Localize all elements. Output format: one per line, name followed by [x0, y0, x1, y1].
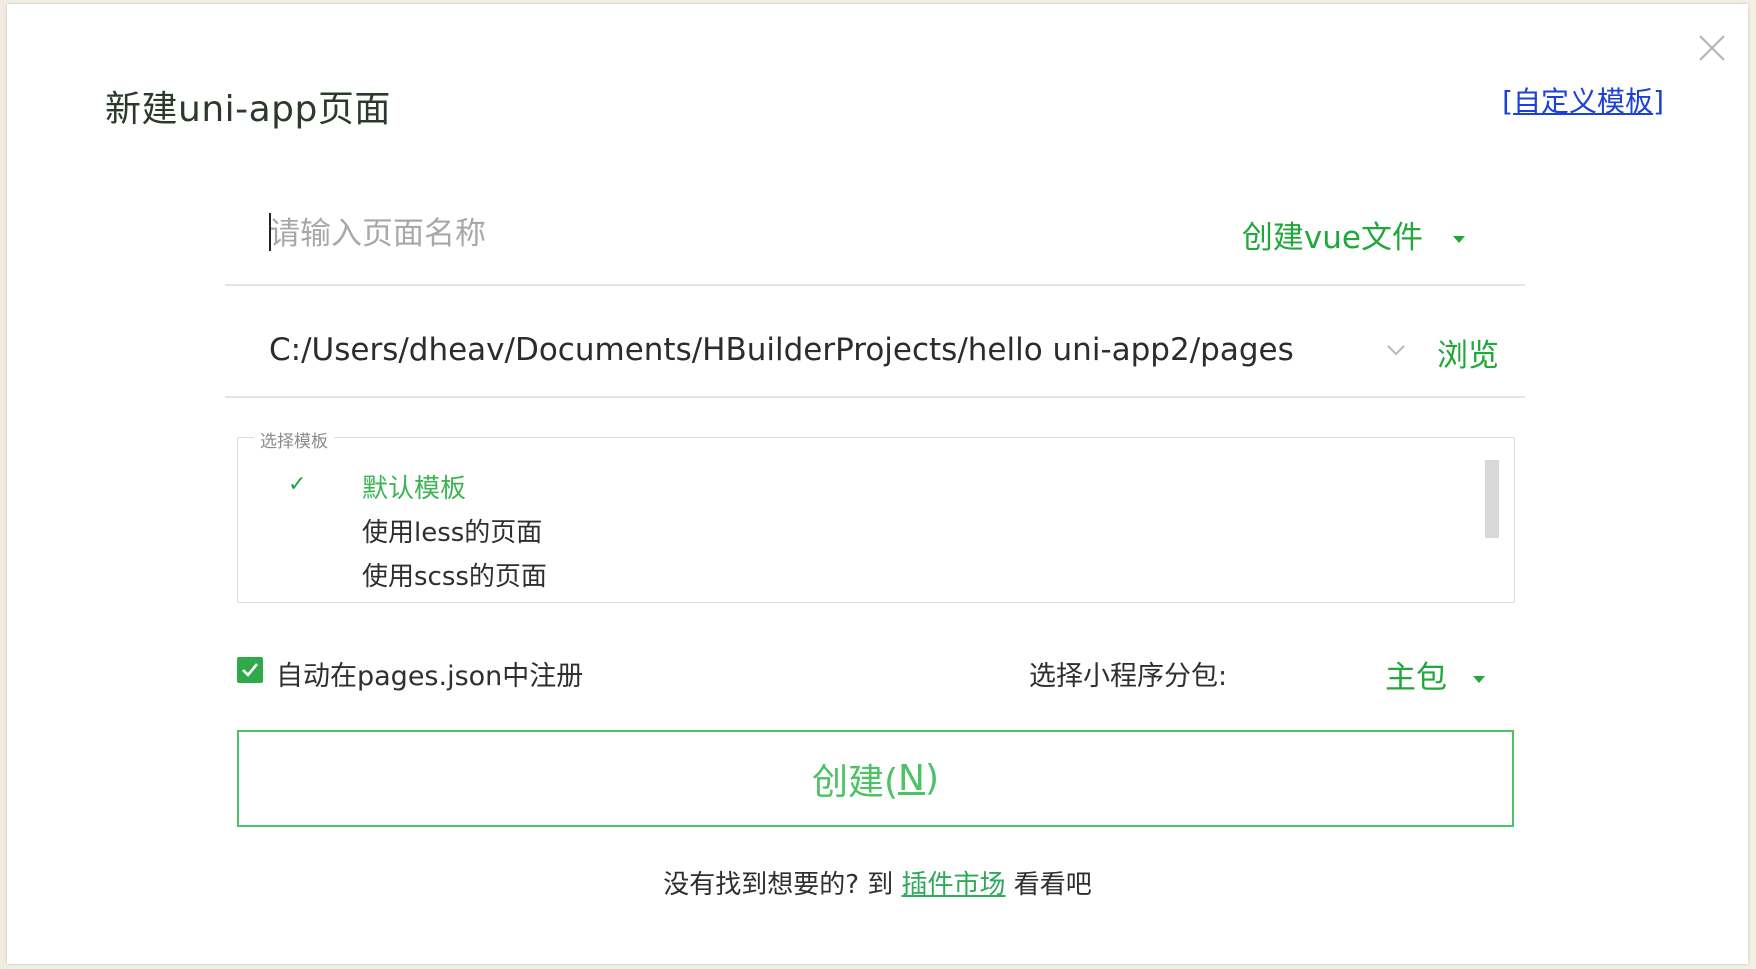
- auto-register-checkbox[interactable]: [237, 657, 263, 683]
- plugin-market-link[interactable]: 插件市场: [902, 870, 1006, 900]
- check-icon: ✓: [288, 472, 307, 497]
- triangle-down-icon: [1453, 236, 1465, 243]
- triangle-down-icon: [1473, 676, 1485, 683]
- template-item-label: 使用less的页面: [362, 518, 543, 548]
- dialog-title: 新建uni-app页面: [105, 89, 391, 130]
- footer-suffix: 看看吧: [1005, 870, 1092, 900]
- footer-tip: 没有找到想要的? 到 插件市场 看看吧: [7, 864, 1748, 901]
- subpackage-value: 主包: [1385, 660, 1447, 696]
- file-type-dropdown[interactable]: 创建vue文件: [1242, 212, 1465, 257]
- subpackage-dropdown[interactable]: 主包: [1385, 652, 1485, 697]
- create-button-prefix: 创建(: [811, 761, 899, 803]
- template-item-less[interactable]: 使用less的页面: [238, 510, 1478, 550]
- template-item-label: 默认模板: [362, 474, 467, 504]
- page-name-row: 创建vue文件: [225, 194, 1525, 286]
- path-field[interactable]: C:/Users/dheav/Documents/HBuilderProject…: [269, 332, 1294, 368]
- custom-template-label[interactable]: 自定义模板: [1513, 85, 1653, 118]
- template-group-legend: 选择模板: [254, 427, 334, 452]
- chevron-down-icon[interactable]: [1385, 342, 1407, 356]
- template-group: 选择模板 ✓ 默认模板 使用less的页面 使用scss的页面: [237, 427, 1515, 603]
- path-row: C:/Users/dheav/Documents/HBuilderProject…: [225, 304, 1525, 398]
- custom-template-bracket-open: [: [1502, 85, 1514, 118]
- template-item-label: 使用scss的页面: [362, 562, 547, 592]
- close-icon[interactable]: [1692, 28, 1732, 68]
- footer-prefix: 没有找到想要的? 到: [663, 870, 902, 900]
- create-button-shortcut: N: [898, 758, 925, 799]
- subpackage-label: 选择小程序分包:: [1029, 661, 1228, 692]
- browse-button[interactable]: 浏览: [1437, 330, 1499, 375]
- create-button[interactable]: 创建(N): [237, 730, 1514, 827]
- create-button-suffix: ): [924, 758, 940, 799]
- checkmark-icon: [242, 663, 259, 677]
- auto-register-label: 自动在pages.json中注册: [276, 661, 584, 692]
- custom-template-link[interactable]: [自定义模板]: [1502, 80, 1664, 120]
- custom-template-bracket-close: ]: [1653, 85, 1664, 118]
- new-page-dialog: 新建uni-app页面 [自定义模板] 创建vue文件 C:/Users/dhe…: [7, 4, 1748, 964]
- text-caret: [269, 213, 271, 251]
- template-item-scss[interactable]: 使用scss的页面: [238, 554, 1478, 594]
- template-item-default[interactable]: ✓ 默认模板: [238, 466, 1478, 506]
- file-type-label: 创建vue文件: [1241, 220, 1423, 256]
- scrollbar-thumb[interactable]: [1485, 460, 1499, 538]
- page-name-input[interactable]: [269, 214, 1169, 254]
